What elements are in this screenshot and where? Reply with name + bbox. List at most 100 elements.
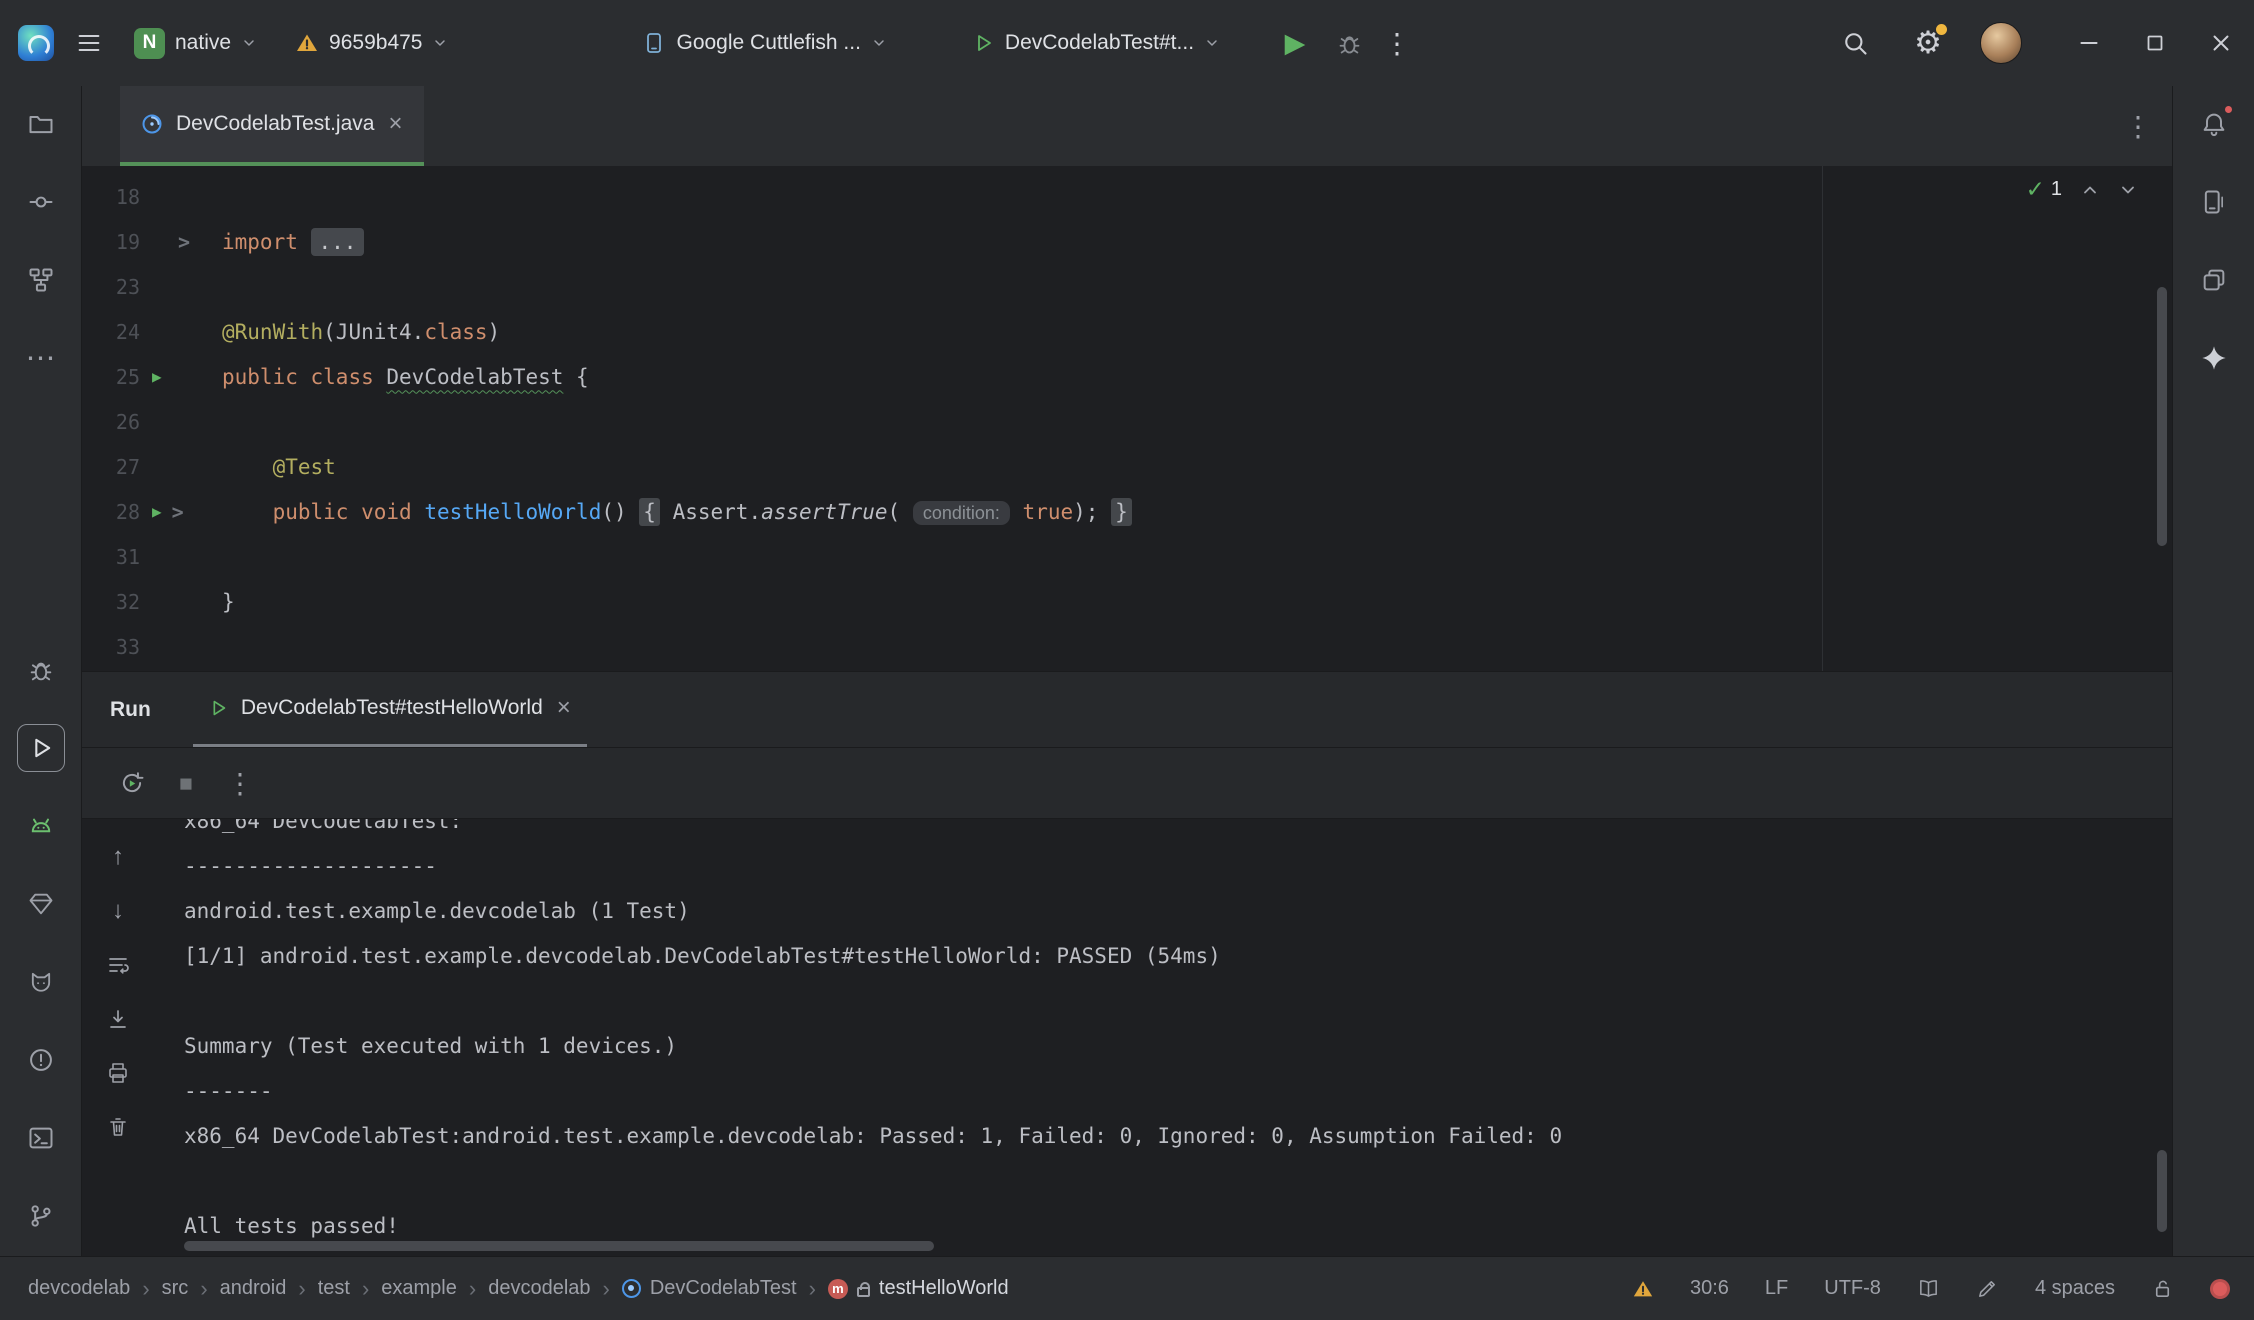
version-control-tool-button[interactable] [17, 1192, 65, 1240]
layers-icon [2200, 266, 2228, 294]
code-token: { [639, 498, 660, 526]
chevron-up-icon [2080, 180, 2100, 200]
breadcrumb-item[interactable]: mtestHelloWorld [828, 1277, 1009, 1300]
code-text [222, 185, 235, 209]
fold-arrow-icon[interactable]: > [178, 230, 190, 254]
breadcrumb-item[interactable]: android [220, 1277, 287, 1300]
code-text: @Test [222, 455, 336, 479]
breadcrumb-item[interactable]: DevCodelabTest [622, 1277, 797, 1300]
settings-button[interactable]: ⚙ [1906, 21, 1950, 65]
code-line: 19>import ... [82, 219, 2172, 264]
run-tool-button[interactable] [17, 724, 65, 772]
run-body: ↑ ↓ x86_64 DevCodelab [82, 819, 2172, 1256]
previous-highlight-button[interactable] [2080, 180, 2100, 200]
run-gutter-icon[interactable]: ▶ [152, 367, 162, 386]
minimize-button[interactable] [2056, 0, 2122, 86]
search-everywhere-button[interactable] [1838, 26, 1872, 60]
maximize-button[interactable] [2122, 0, 2188, 86]
console-line: [1/1] android.test.example.devcodelab.De… [184, 934, 2172, 979]
code-token: ( [888, 500, 913, 524]
tab-options-button[interactable]: ⋮ [2124, 86, 2152, 166]
run-tab[interactable]: DevCodelabTest#testHelloWorld × [193, 672, 587, 747]
print-button[interactable] [98, 1053, 138, 1093]
run-tab-title: DevCodelabTest#testHelloWorld [241, 696, 543, 720]
cursor-position[interactable]: 30:6 [1690, 1277, 1729, 1300]
breadcrumb-item[interactable]: devcodelab [488, 1277, 590, 1300]
status-warning[interactable] [1632, 1278, 1654, 1300]
fold-arrow-icon[interactable]: > [172, 500, 184, 524]
account-button[interactable] [1980, 22, 2022, 64]
reader-mode-button[interactable] [1917, 1277, 1940, 1300]
more-actions-button[interactable]: ⋮ [1380, 26, 1414, 60]
gemini-assistant-tool-button[interactable] [17, 958, 65, 1006]
file-lock-button[interactable] [2151, 1277, 2174, 1300]
console-options-button[interactable]: ⋮ [218, 761, 262, 805]
run-gutter-icon[interactable]: ▶ [152, 502, 162, 521]
rerun-button[interactable] [110, 761, 154, 805]
editor-tab[interactable]: DevCodelabTest.java × [120, 86, 424, 166]
run-button[interactable]: ▶ [1278, 26, 1312, 60]
device-selector[interactable]: Google Cuttlefish ... [630, 21, 898, 65]
breadcrumb-item[interactable]: devcodelab [28, 1277, 130, 1300]
console-horizontal-scrollbar[interactable] [184, 1241, 934, 1251]
next-highlight-button[interactable] [2118, 180, 2138, 200]
soft-wrap-button[interactable] [98, 945, 138, 985]
breadcrumb-separator-icon: › [469, 1276, 476, 1302]
test-play-icon [207, 697, 229, 719]
fatal-error-indicator[interactable] [2210, 1279, 2230, 1299]
left-rail-bottom-group [17, 646, 65, 1240]
code-token: () [601, 500, 639, 524]
tab-close-button[interactable]: × [386, 110, 404, 138]
build-variants-button[interactable] [2190, 256, 2238, 304]
stop-button[interactable]: ■ [164, 761, 208, 805]
console-vertical-scrollbar[interactable] [2157, 1150, 2167, 1232]
scroll-to-end-button[interactable] [98, 999, 138, 1039]
highlighting-level-button[interactable] [1976, 1277, 1999, 1300]
kebab-icon: ⋮ [2124, 110, 2152, 143]
terminal-tool-button[interactable] [17, 1114, 65, 1162]
line-number: 32 [82, 590, 140, 614]
breadcrumb-item[interactable]: src [162, 1277, 189, 1300]
debug-tool-button[interactable] [17, 646, 65, 694]
commit-icon [27, 188, 55, 216]
prev-occurrence-button[interactable]: ↑ [98, 837, 138, 877]
code-token: { [563, 365, 588, 389]
gemini-button[interactable] [2190, 334, 2238, 382]
editor-tab-bar: DevCodelabTest.java × ⋮ [82, 86, 2172, 166]
gutter: > [140, 230, 222, 254]
code-editor[interactable]: 18 19>import ...23 24@RunWith(JUnit4.cla… [82, 166, 2172, 671]
run-configuration-selector[interactable]: DevCodelabTest#t... [959, 21, 1232, 65]
breadcrumb-item[interactable]: example [381, 1277, 457, 1300]
project-tool-button[interactable] [17, 100, 65, 148]
indent-style[interactable]: 4 spaces [2035, 1277, 2115, 1300]
inspections-widget[interactable]: ✓ 1 [2026, 176, 2138, 203]
more-tool-windows-button[interactable]: ⋯ [17, 334, 65, 382]
vcs-branch-selector[interactable]: 9659b475 [283, 21, 460, 65]
problems-tool-button[interactable] [17, 1036, 65, 1084]
run-tab-close-button[interactable]: × [555, 694, 573, 722]
line-number: 31 [82, 545, 140, 569]
console[interactable]: x86_64 DevCodelabTest:------------------… [154, 819, 2172, 1256]
breadcrumb-item[interactable]: test [318, 1277, 350, 1300]
android-studio-file-icon [622, 1279, 641, 1298]
next-occurrence-button[interactable]: ↓ [98, 891, 138, 931]
close-icon: × [388, 110, 402, 137]
device-manager-button[interactable] [2190, 178, 2238, 226]
maximize-icon [2143, 31, 2167, 55]
gem-icon [27, 890, 55, 918]
editor-vertical-scrollbar[interactable] [2157, 287, 2167, 546]
commit-tool-button[interactable] [17, 178, 65, 226]
clear-console-button[interactable] [98, 1107, 138, 1147]
debug-button[interactable] [1332, 26, 1366, 60]
close-button[interactable] [2188, 0, 2254, 86]
code-token: void [361, 500, 412, 524]
logcat-tool-button[interactable] [17, 802, 65, 850]
main-menu-button[interactable] [72, 26, 106, 60]
app-quality-insights-tool-button[interactable] [17, 880, 65, 928]
notifications-button[interactable] [2190, 100, 2238, 148]
structure-tool-button[interactable] [17, 256, 65, 304]
project-selector[interactable]: N native [122, 18, 269, 69]
file-encoding[interactable]: UTF-8 [1824, 1277, 1881, 1300]
test-method-icon: m [828, 1279, 848, 1299]
line-separator[interactable]: LF [1765, 1277, 1788, 1300]
